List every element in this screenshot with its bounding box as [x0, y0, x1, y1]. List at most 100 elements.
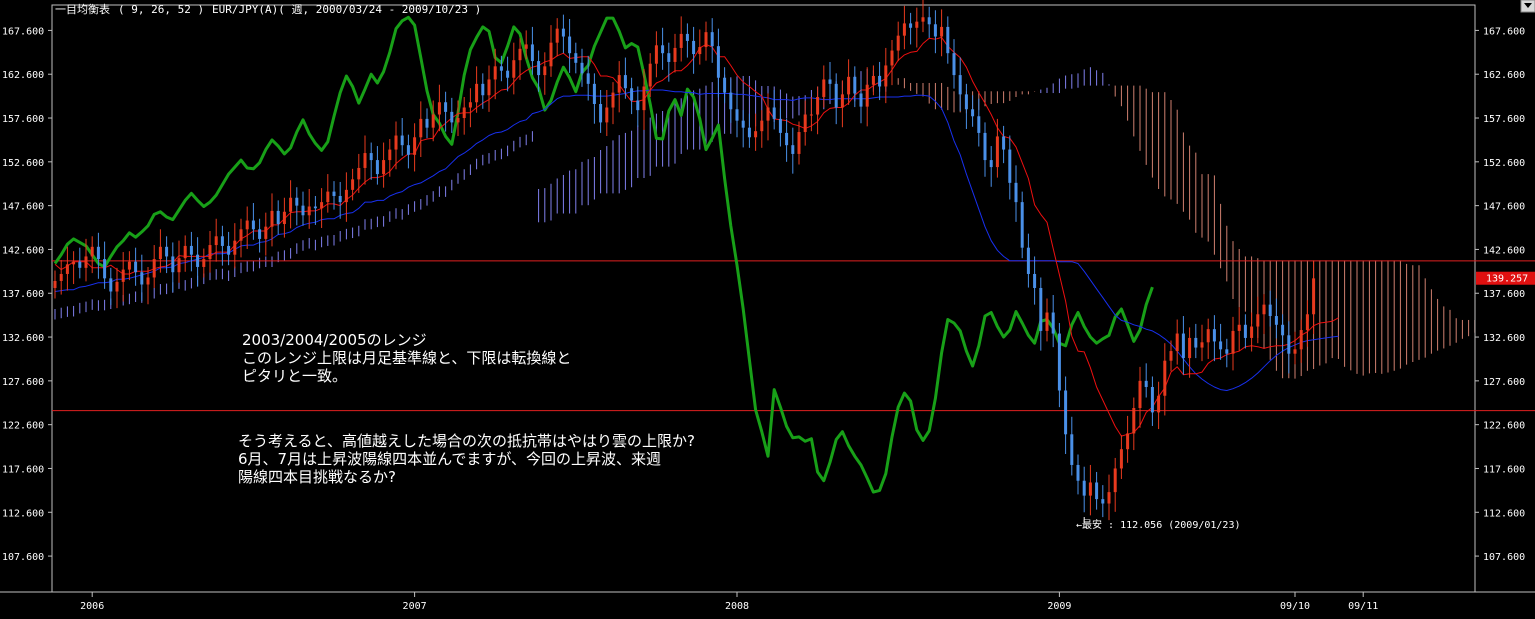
candle-body	[444, 102, 448, 112]
candle-body	[1076, 464, 1080, 481]
candle-body	[958, 75, 962, 95]
y-tick-label-right: 137.600	[1483, 289, 1525, 300]
candle-body	[654, 45, 658, 64]
candle-body	[326, 191, 330, 203]
candle-body	[735, 109, 739, 121]
candle-body	[816, 96, 820, 115]
candle-body	[1057, 333, 1061, 391]
candle-body	[357, 167, 361, 180]
candle-body	[289, 197, 293, 212]
candle-body	[1064, 390, 1068, 435]
candle-body	[859, 93, 863, 107]
candle-body	[568, 36, 572, 54]
y-tick-label-left: 122.600	[2, 421, 44, 432]
candle-body	[1256, 314, 1260, 327]
candle-body	[983, 132, 987, 161]
candle-body	[1250, 326, 1254, 338]
candle-body	[121, 269, 125, 282]
candle-body	[543, 66, 547, 76]
candle-body	[1312, 278, 1316, 315]
candle-body	[307, 206, 311, 216]
candle-body	[1262, 304, 1266, 315]
candle-body	[53, 280, 57, 288]
candle-body	[692, 40, 696, 55]
candle-body	[363, 153, 367, 168]
candle-body	[586, 73, 590, 84]
candle-body	[90, 246, 94, 257]
candle-body	[313, 206, 317, 209]
candle-body	[239, 229, 243, 241]
y-tick-label-right: 142.600	[1483, 245, 1525, 256]
candle-body	[264, 226, 268, 239]
candle-body	[1299, 330, 1303, 350]
candle-body	[468, 102, 472, 108]
candle-body	[809, 114, 813, 116]
candle-body	[1268, 304, 1272, 317]
candle-body	[760, 120, 764, 132]
candle-body	[555, 28, 559, 43]
candle-body	[853, 76, 857, 94]
y-tick-label-left: 127.600	[2, 377, 44, 388]
candle-body	[233, 240, 237, 255]
price-tag: 139.257	[1476, 271, 1535, 285]
candle-body	[605, 107, 609, 123]
candle-body	[109, 278, 113, 292]
note-line: 陽線四本目挑戦なるか?	[238, 468, 396, 486]
candle-body	[1026, 247, 1030, 274]
candle-body	[729, 92, 733, 110]
candle-body	[524, 44, 528, 49]
candle-body	[202, 259, 206, 267]
candle-body	[1188, 337, 1192, 359]
x-tick-label: 2007	[403, 601, 427, 612]
candle-body	[623, 75, 627, 89]
candle-body	[276, 210, 280, 225]
candle-body	[865, 84, 869, 107]
candle-body	[679, 33, 683, 48]
candle-body	[400, 135, 404, 146]
candle-body	[952, 53, 956, 76]
candle-body	[878, 75, 882, 87]
candle-body	[1107, 492, 1111, 504]
candle-body	[977, 116, 981, 133]
candle-body	[394, 135, 398, 150]
candle-body	[431, 114, 435, 128]
candle-body	[1157, 395, 1161, 413]
candle-body	[1039, 287, 1043, 331]
candle-body	[847, 76, 851, 95]
candle-body	[630, 88, 634, 101]
candle-body	[96, 246, 100, 260]
candle-body	[406, 145, 410, 155]
candle-body	[995, 136, 999, 168]
candle-body	[1014, 182, 1018, 203]
candle-body	[344, 189, 348, 203]
candle-body	[772, 107, 776, 119]
candle-body	[1008, 149, 1012, 183]
candle-body	[208, 245, 212, 260]
candle-body	[1175, 333, 1179, 352]
x-tick-label: 09/10	[1280, 601, 1310, 612]
y-tick-label-right: 122.600	[1483, 421, 1525, 432]
candle-body	[1231, 330, 1235, 354]
candle-body	[1051, 312, 1055, 334]
candle-body	[158, 246, 162, 260]
y-tick-label-right: 107.600	[1483, 552, 1525, 563]
y-tick-label-right: 112.600	[1483, 508, 1525, 519]
indicator-params: ( 9, 26, 52 )	[118, 3, 204, 16]
candle-body	[574, 53, 578, 63]
candle-body	[65, 264, 69, 274]
candle-body	[437, 102, 441, 115]
candle-body	[896, 35, 900, 51]
candle-body	[1045, 312, 1049, 331]
y-tick-label-left: 157.600	[2, 114, 44, 125]
candle-body	[617, 75, 621, 93]
y-tick-label-left: 132.600	[2, 333, 44, 344]
x-tick-label: 09/11	[1348, 601, 1378, 612]
candle-body	[1200, 342, 1204, 348]
candle-body	[834, 83, 838, 108]
candle-body	[127, 261, 131, 270]
candle-body	[183, 245, 187, 259]
y-tick-label-right: 167.600	[1483, 26, 1525, 37]
y-tick-label-left: 147.600	[2, 202, 44, 213]
scroll-corner[interactable]	[1520, 0, 1535, 13]
candle-body	[704, 32, 708, 48]
